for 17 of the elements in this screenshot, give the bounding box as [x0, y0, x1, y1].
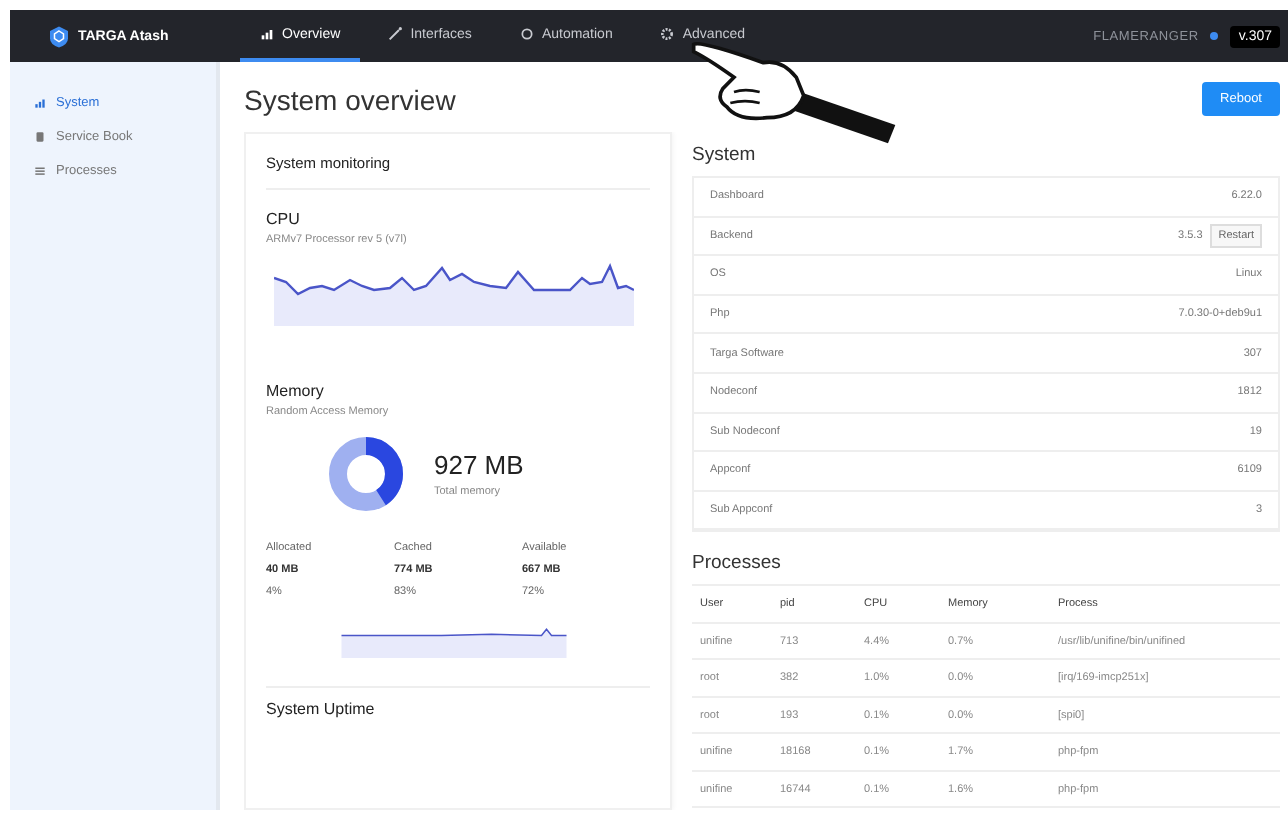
- gear-icon: [660, 26, 675, 42]
- circle-icon: [519, 26, 534, 42]
- section-heading: Processes: [692, 552, 783, 575]
- section-title: CPU: [266, 210, 302, 228]
- bar-chart-icon: [260, 26, 274, 42]
- wand-icon: [388, 26, 403, 42]
- section-title: Memory: [266, 382, 326, 400]
- section-title: System Uptime: [266, 686, 650, 718]
- bar-chart-icon: [34, 96, 46, 110]
- list-icon: [34, 164, 46, 178]
- section-heading: System: [692, 144, 758, 166]
- memory-donut-drawing: [326, 434, 406, 514]
- shield-logo-icon: [50, 25, 68, 47]
- total-memory-value: 927 MB: [434, 450, 524, 480]
- status-dot-icon: [1210, 32, 1219, 40]
- book-icon: [34, 130, 46, 144]
- page-title: System overview: [244, 83, 456, 115]
